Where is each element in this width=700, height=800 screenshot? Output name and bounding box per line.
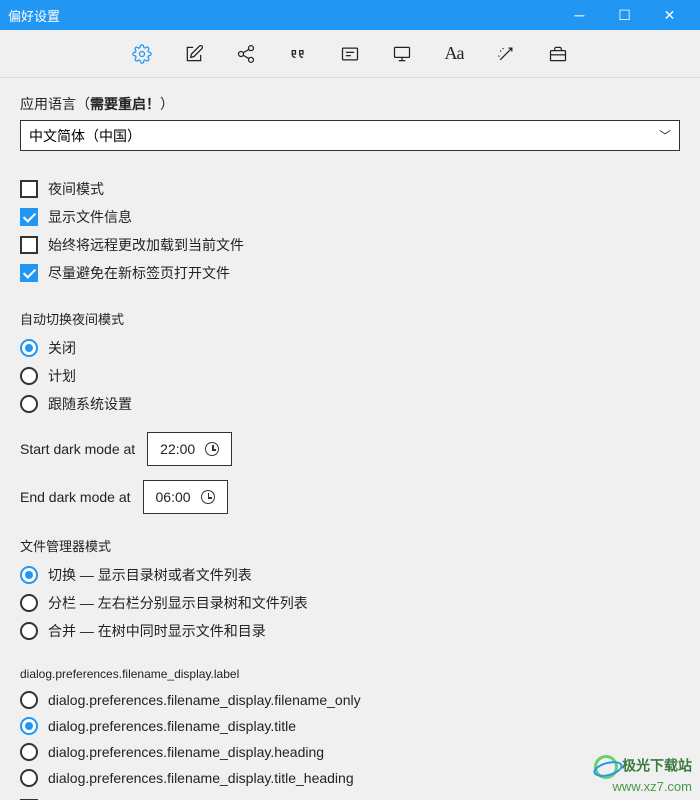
radio-icon xyxy=(20,622,38,640)
filename-display-heading: dialog.preferences.filename_display.labe… xyxy=(20,667,680,681)
radio-icon xyxy=(20,566,38,584)
toolbox-icon[interactable] xyxy=(547,43,569,65)
fd-filename-only-radio[interactable]: dialog.preferences.filename_display.file… xyxy=(20,687,680,713)
edit-icon[interactable] xyxy=(183,43,205,65)
fd-title-radio[interactable]: dialog.preferences.filename_display.titl… xyxy=(20,713,680,739)
chevron-down-icon: ﹀ xyxy=(659,127,671,144)
quote-icon[interactable] xyxy=(287,43,309,65)
radio-icon xyxy=(20,691,38,709)
start-dark-label: Start dark mode at xyxy=(20,441,135,457)
auto-night-system-radio[interactable]: 跟随系统设置 xyxy=(20,390,680,418)
language-select[interactable]: 中文简体（中国） ﹀ xyxy=(20,120,680,151)
auto-night-off-radio[interactable]: 关闭 xyxy=(20,334,680,362)
radio-icon xyxy=(20,769,38,787)
font-icon[interactable]: Aa xyxy=(443,43,465,65)
checkbox-icon xyxy=(20,236,38,254)
magic-icon[interactable] xyxy=(495,43,517,65)
show-file-info-checkbox[interactable]: 显示文件信息 xyxy=(20,203,680,231)
radio-icon xyxy=(20,594,38,612)
radio-icon xyxy=(20,395,38,413)
night-mode-checkbox[interactable]: 夜间模式 xyxy=(20,175,680,203)
window-title: 偏好设置 xyxy=(8,6,557,25)
end-dark-label: End dark mode at xyxy=(20,489,131,505)
radio-icon xyxy=(20,743,38,761)
start-dark-row: Start dark mode at 22:00 xyxy=(20,432,680,466)
preferences-content: 应用语言（需要重启！） 中文简体（中国） ﹀ 夜间模式 显示文件信息 始终将远程… xyxy=(0,78,700,800)
auto-night-heading: 自动切换夜间模式 xyxy=(20,309,680,328)
md-ext-checkbox[interactable]: dialog.preferences.display_markdown_file… xyxy=(20,795,680,800)
end-dark-input[interactable]: 06:00 xyxy=(143,480,228,514)
start-dark-input[interactable]: 22:00 xyxy=(147,432,232,466)
fd-title-heading-radio[interactable]: dialog.preferences.filename_display.titl… xyxy=(20,765,680,791)
radio-icon xyxy=(20,339,38,357)
end-dark-row: End dark mode at 06:00 xyxy=(20,480,680,514)
avoid-new-tab-checkbox[interactable]: 尽量避免在新标签页打开文件 xyxy=(20,259,680,287)
fm-toggle-radio[interactable]: 切换 — 显示目录树或者文件列表 xyxy=(20,561,680,589)
titlebar: 偏好设置 ─ ☐ ✕ xyxy=(0,0,700,30)
auto-night-schedule-radio[interactable]: 计划 xyxy=(20,362,680,390)
gear-icon[interactable] xyxy=(131,43,153,65)
checkbox-icon xyxy=(20,208,38,226)
language-select-input[interactable]: 中文简体（中国） xyxy=(29,128,659,144)
checkbox-icon xyxy=(20,264,38,282)
close-button[interactable]: ✕ xyxy=(647,0,692,30)
clock-icon xyxy=(201,490,215,504)
fm-merge-radio[interactable]: 合并 — 在树中同时显示文件和目录 xyxy=(20,617,680,645)
preferences-toolbar: Aa xyxy=(0,30,700,78)
file-manager-heading: 文件管理器模式 xyxy=(20,536,680,555)
fd-heading-radio[interactable]: dialog.preferences.filename_display.head… xyxy=(20,739,680,765)
clock-icon xyxy=(205,442,219,456)
note-icon[interactable] xyxy=(339,43,361,65)
radio-icon xyxy=(20,717,38,735)
maximize-button[interactable]: ☐ xyxy=(602,0,647,30)
share-icon[interactable] xyxy=(235,43,257,65)
checkbox-icon xyxy=(20,180,38,198)
display-icon[interactable] xyxy=(391,43,413,65)
always-remote-checkbox[interactable]: 始终将远程更改加载到当前文件 xyxy=(20,231,680,259)
language-label: 应用语言（需要重启！） xyxy=(20,94,680,114)
fm-split-radio[interactable]: 分栏 — 左右栏分别显示目录树和文件列表 xyxy=(20,589,680,617)
minimize-button[interactable]: ─ xyxy=(557,0,602,30)
radio-icon xyxy=(20,367,38,385)
